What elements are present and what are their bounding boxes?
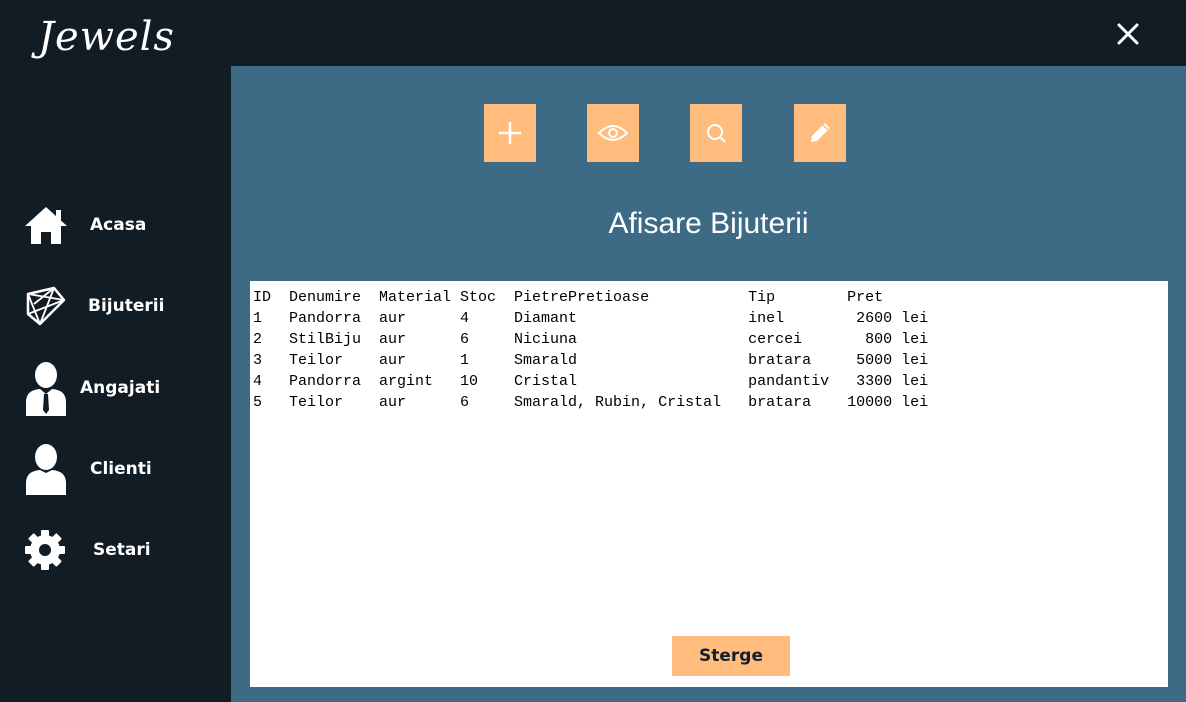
list-item[interactable]: 3 Teilor aur 1 Smarald bratara 5000 lei	[253, 350, 928, 371]
home-icon	[24, 205, 68, 245]
employee-icon	[24, 360, 68, 416]
diamond-icon	[24, 284, 68, 328]
search-icon	[707, 124, 726, 143]
gear-icon	[24, 529, 66, 571]
add-button[interactable]	[484, 104, 536, 162]
user-icon	[24, 443, 68, 495]
close-icon	[1117, 23, 1139, 45]
list-item[interactable]: 4 Pandorra argint 10 Cristal pandantiv 3…	[253, 371, 928, 392]
page-title: Afisare Bijuterii	[608, 207, 809, 240]
list-item[interactable]: 2 StilBiju aur 6 Niciuna cercei 800 lei	[253, 329, 928, 350]
sidebar-item-setari[interactable]: Setari	[0, 522, 230, 578]
sidebar-item-clienti[interactable]: Clienti	[0, 441, 230, 497]
search-button[interactable]	[690, 104, 742, 162]
delete-button[interactable]: Sterge	[672, 636, 790, 676]
list-header: ID Denumire Material Stoc PietrePretioas…	[253, 289, 884, 306]
sidebar-item-label: Clienti	[90, 459, 152, 479]
sidebar-item-label: Angajati	[80, 378, 161, 398]
sidebar-item-angajati[interactable]: Angajati	[0, 360, 230, 416]
sidebar-item-label: Bijuterii	[88, 296, 165, 316]
sidebar-item-label: Acasa	[90, 215, 147, 235]
edit-button[interactable]	[794, 104, 846, 162]
list-item[interactable]: 5 Teilor aur 6 Smarald, Rubin, Cristal b…	[253, 392, 928, 413]
pencil-icon	[811, 123, 830, 142]
sidebar-item-label: Setari	[93, 540, 151, 560]
app-logo: Jewels	[38, 14, 175, 60]
list-item[interactable]: 1 Pandorra aur 4 Diamant inel 2600 lei	[253, 308, 928, 329]
sidebar-item-acasa[interactable]: Acasa	[0, 197, 230, 253]
eye-icon	[597, 125, 629, 141]
view-button[interactable]	[587, 104, 639, 162]
close-button[interactable]	[1111, 17, 1145, 51]
plus-icon	[499, 122, 521, 144]
sidebar-item-bijuterii[interactable]: Bijuterii	[0, 278, 230, 334]
